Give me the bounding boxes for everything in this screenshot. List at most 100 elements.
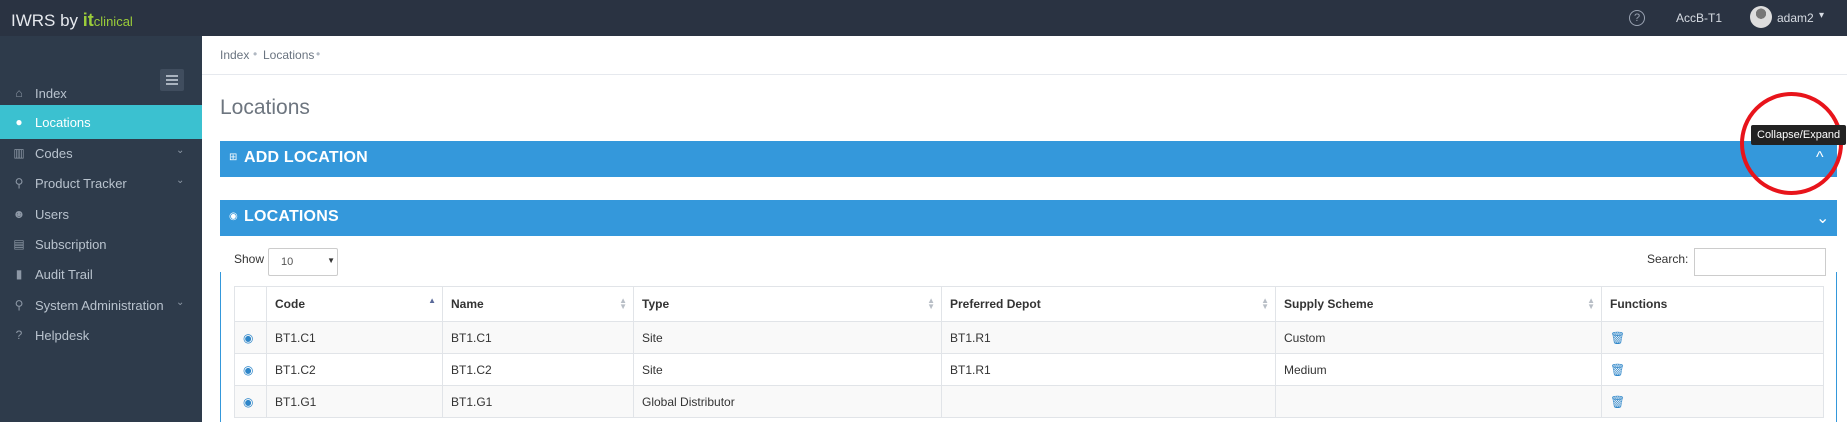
table-row: ◉ BT1.C2 BT1.C2 Site BT1.R1 Medium 🗑 [234,353,1824,386]
cell-depot: BT1.R1 [941,321,1276,354]
sidebar-item-label: Index [35,86,67,101]
sidebar-item-product-tracker[interactable]: ⚲ Product Tracker ⌄ [0,166,202,200]
plus-square-icon: ⊞ [229,152,238,163]
top-bar: IWRS by itclinical ? AccB-T1 adam2 ▾ [0,0,1847,36]
sort-icon: ▲ ▼ [927,296,935,311]
breadcrumb-index[interactable]: Index [220,48,249,62]
locations-panel-header[interactable]: ◉ LOCATIONS ⌄ [220,200,1837,236]
column-header-supply-scheme[interactable]: Supply Scheme ▲ ▼ [1275,286,1602,322]
cell-type: Site [633,353,942,386]
table-row: ◉ BT1.C1 BT1.C1 Site BT1.R1 Custom 🗑 [234,321,1824,354]
cell-type: Site [633,321,942,354]
globe-icon: ◉ [229,211,238,222]
cell-scheme [1275,385,1602,418]
column-header-code[interactable]: Code ▲ [266,286,443,322]
cell-scheme: Custom [1275,321,1602,354]
chevron-down-icon[interactable]: ▾ [1819,10,1824,21]
trash-icon[interactable]: 🗑 [1610,331,1625,345]
chevron-down-icon[interactable]: ⌄ [176,297,184,308]
search-input[interactable] [1694,248,1826,276]
breadcrumb-separator: • [316,47,321,61]
sidebar-item-label: Locations [35,115,91,130]
users-icon: ☻ [12,207,26,221]
sidebar-item-locations[interactable]: ● Locations [0,105,202,139]
cell-name: BT1.C1 [442,321,634,354]
chevron-down-icon[interactable]: ⌄ [176,175,184,186]
home-icon: ⌂ [15,86,23,100]
list-icon: ▤ [13,237,25,251]
cell-type: Global Distributor [633,385,942,418]
map-marker-icon: ⚲ [14,298,24,312]
page-size-value: 10 [281,256,294,268]
main-content: Index • Locations • Locations ⊞ ADD LOCA… [202,36,1847,422]
sidebar-item-label: Product Tracker [35,176,127,191]
sidebar-item-label: Audit Trail [35,267,93,282]
trash-icon[interactable]: 🗑 [1610,363,1625,377]
sidebar-item-codes[interactable]: ▥ Codes ⌄ [0,136,202,170]
sidebar: ⌂ Index ● Locations ▥ Codes ⌄ ⚲ Product Tracker ⌄… [0,36,202,422]
sidebar-item-label: Subscription [35,237,107,252]
question-icon: ? [15,328,23,342]
page-size-select[interactable]: 10 ▼ [268,248,338,276]
cell-code: BT1.C2 [266,353,443,386]
collapse-expand-tooltip: Collapse/Expand [1751,125,1847,145]
table-row: ◉ BT1.G1 BT1.G1 Global Distributor 🗑 [234,385,1824,418]
cell-scheme: Medium [1275,353,1602,386]
brand-prefix: IWRS by [11,11,83,30]
sidebar-item-users[interactable]: ☻ Users [0,197,202,231]
brand-it: it [82,10,94,30]
add-location-panel-header[interactable]: ⊞ ADD LOCATION ^ [220,141,1837,177]
sort-icon: ▲ ▼ [619,296,627,311]
column-header-view [234,286,267,322]
search-label: Search: [1647,252,1689,266]
book-icon: ▮ [15,267,23,281]
page-title: Locations [220,96,310,119]
column-header-functions: Functions [1601,286,1824,322]
locations-title: LOCATIONS [244,208,339,225]
column-header-name[interactable]: Name ▲ ▼ [442,286,634,322]
breadcrumb-locations[interactable]: Locations [263,48,314,62]
app-logo[interactable]: IWRS by itclinical [11,10,133,31]
cell-code: BT1.C1 [266,321,443,354]
question-circle-icon[interactable]: ? [1629,10,1645,26]
header-label: Preferred Depot [950,297,1041,311]
barcode-icon: ▥ [13,146,25,160]
sidebar-item-label: Helpdesk [35,328,90,343]
locations-table: Code ▲ Name ▲ ▼ Type ▲ ▼ Preferred Depot ▲ ▼ Su… [234,286,1824,418]
header-label: Supply Scheme [1284,297,1374,311]
table-header-row: Code ▲ Name ▲ ▼ Type ▲ ▼ Preferred Depot ▲ ▼ Su… [234,286,1824,322]
breadcrumb: Index • Locations • [202,36,1847,75]
sidebar-item-system-administration[interactable]: ⚲ System Administration ⌄ [0,288,202,322]
chevron-down-icon[interactable]: ⌄ [1816,208,1829,228]
column-header-preferred-depot[interactable]: Preferred Depot ▲ ▼ [941,286,1276,322]
cell-functions: 🗑 [1601,321,1824,354]
eye-icon[interactable]: ◉ [234,353,267,386]
sort-icon: ▲ ▼ [1261,296,1269,311]
cell-depot [941,385,1276,418]
sidebar-item-label: System Administration [35,298,164,313]
column-header-type[interactable]: Type ▲ ▼ [633,286,942,322]
header-label: Name [451,297,484,311]
study-selector[interactable]: AccB-T1 [1676,11,1722,25]
brand-clinical: clinical [93,14,133,29]
caret-down-icon: ▼ [327,256,335,265]
user-menu[interactable]: adam2 [1777,11,1814,25]
add-location-title: ADD LOCATION [244,149,368,166]
sidebar-item-subscription[interactable]: ▤ Subscription [0,227,202,261]
chevron-down-icon[interactable]: ⌄ [176,145,184,156]
avatar[interactable] [1750,6,1772,28]
sidebar-item-helpdesk[interactable]: ? Helpdesk [0,318,202,352]
breadcrumb-separator: • [253,47,258,61]
header-label: Code [275,297,305,311]
header-label: Functions [1610,297,1668,311]
cell-code: BT1.G1 [266,385,443,418]
sidebar-item-audit-trail[interactable]: ▮ Audit Trail [0,257,202,291]
eye-icon[interactable]: ◉ [234,321,267,354]
trash-icon[interactable]: 🗑 [1610,395,1625,409]
cell-functions: 🗑 [1601,353,1824,386]
map-marker-icon: ⚲ [14,176,24,190]
sidebar-item-label: Users [35,207,69,222]
sidebar-item-label: Codes [35,146,73,161]
eye-icon[interactable]: ◉ [234,385,267,418]
cell-name: BT1.G1 [442,385,634,418]
